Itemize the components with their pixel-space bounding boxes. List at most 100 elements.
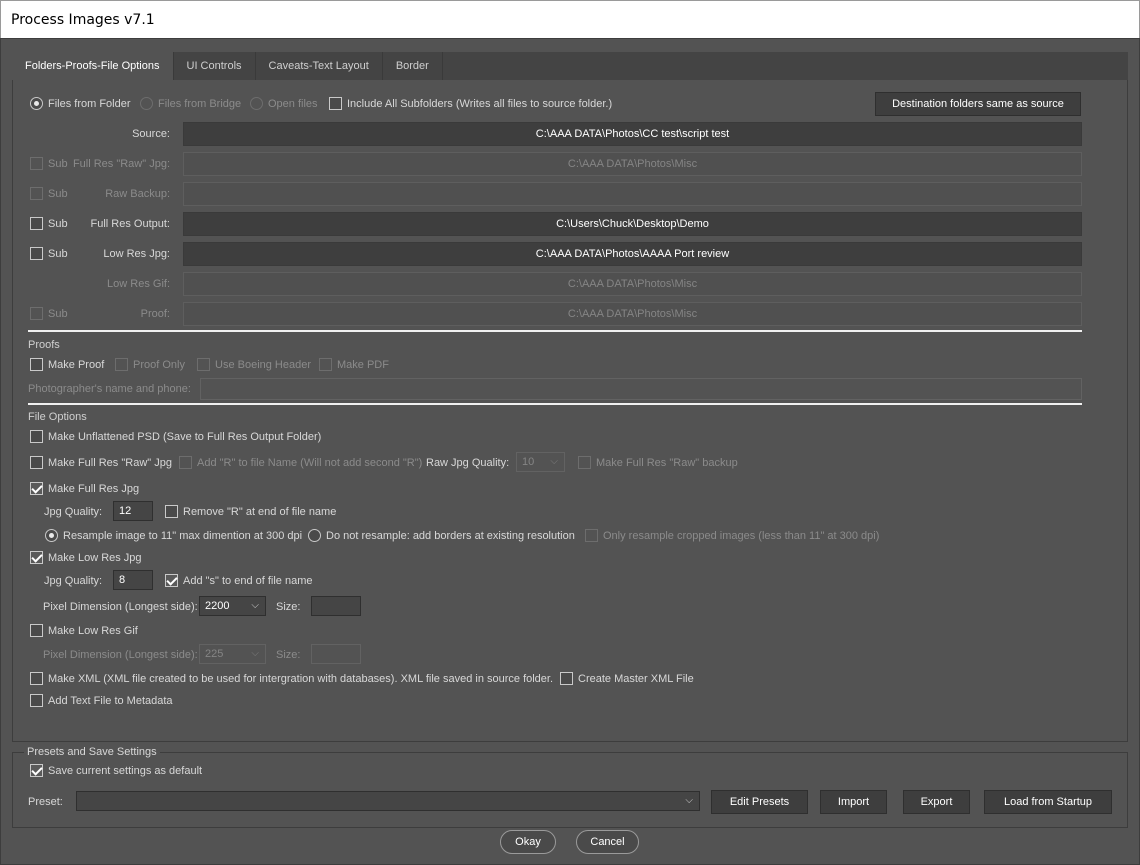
low-jpg-quality-input[interactable]: 8: [113, 570, 153, 590]
tab-folders-proofs-file-options[interactable]: Folders-Proofs-File Options: [12, 52, 174, 80]
make-pdf-checkbox[interactable]: [319, 358, 332, 371]
add-s-label: Add "s" to end of file name: [183, 575, 313, 587]
low-res-jpg-sub-checkbox[interactable]: [30, 247, 43, 260]
export-button[interactable]: Export: [903, 790, 970, 814]
resample-label: Resample image to 11" max dimention at 3…: [63, 530, 303, 542]
raw-backup-checkbox[interactable]: [578, 456, 591, 469]
full-res-output-label: Full Res Output:: [90, 218, 170, 230]
pixel-dim-jpg-label: Pixel Dimension (Longest side):: [43, 601, 198, 613]
jpg-size-input[interactable]: [311, 596, 361, 616]
no-resample-radio[interactable]: [308, 529, 321, 542]
pixel-dim-jpg-select[interactable]: 2200 ⌵: [199, 596, 266, 616]
only-resample-checkbox[interactable]: [585, 529, 598, 542]
full-res-output-sub-checkbox[interactable]: [30, 217, 43, 230]
pixel-dim-gif-select[interactable]: 225 ⌵: [199, 644, 266, 664]
low-res-jpg-label: Make Low Res Jpg: [48, 552, 142, 564]
remove-r-checkbox[interactable]: [165, 505, 178, 518]
low-res-jpg-label: Low Res Jpg:: [103, 248, 170, 260]
raw-backup-label: Raw Backup:: [105, 188, 170, 200]
make-proof-checkbox[interactable]: [30, 358, 43, 371]
proof-only-label: Proof Only: [133, 359, 185, 371]
edit-presets-button[interactable]: Edit Presets: [711, 790, 808, 814]
open-files-label: Open files: [268, 98, 318, 110]
proofs-divider: [28, 403, 1082, 405]
save-default-label: Save current settings as default: [48, 765, 203, 777]
proof-path-field[interactable]: C:\AAA DATA\Photos\Misc: [183, 302, 1082, 326]
add-text-file-label: Add Text File to Metadata: [48, 695, 173, 707]
photographer-input[interactable]: [200, 378, 1082, 400]
import-button[interactable]: Import: [820, 790, 887, 814]
pixel-dim-jpg-value: 2200: [205, 600, 230, 612]
photographer-label: Photographer's name and phone:: [28, 383, 191, 395]
preset-select[interactable]: ⌵: [76, 791, 700, 811]
gif-size-input[interactable]: [311, 644, 361, 664]
raw-quality-select[interactable]: 10 ⌵: [516, 452, 565, 472]
remove-r-label: Remove "R" at end of file name: [183, 506, 337, 518]
okay-button[interactable]: Okay: [500, 830, 556, 854]
full-res-raw-jpg-checkbox[interactable]: [30, 456, 43, 469]
window-title: Process Images v7.1: [0, 0, 1140, 38]
source-path-field[interactable]: C:\AAA DATA\Photos\CC test\script test: [183, 122, 1082, 146]
low-jpg-quality-label: Jpg Quality:: [44, 575, 103, 587]
tab-ui-controls[interactable]: UI Controls: [174, 52, 256, 80]
files-from-bridge-radio[interactable]: [140, 97, 153, 110]
full-res-raw-path-field[interactable]: C:\AAA DATA\Photos\Misc: [183, 152, 1082, 176]
tab-panel: [12, 80, 1128, 742]
add-text-file-checkbox[interactable]: [30, 694, 43, 707]
proof-sub-checkbox[interactable]: [30, 307, 43, 320]
make-xml-checkbox[interactable]: [30, 672, 43, 685]
master-xml-checkbox[interactable]: [560, 672, 573, 685]
add-s-checkbox[interactable]: [165, 574, 178, 587]
boeing-header-checkbox[interactable]: [197, 358, 210, 371]
pixel-dim-gif-value: 225: [205, 648, 224, 660]
full-res-output-path-field[interactable]: C:\Users\Chuck\Desktop\Demo: [183, 212, 1082, 236]
tab-caveats-text-layout[interactable]: Caveats-Text Layout: [256, 52, 383, 80]
presets-title: Presets and Save Settings: [24, 745, 160, 759]
add-r-label: Add "R" to file Name (Will not add secon…: [197, 457, 423, 469]
no-resample-label: Do not resample: add borders at existing…: [326, 530, 575, 542]
full-res-raw-sub-checkbox[interactable]: [30, 157, 43, 170]
pixel-dim-gif-label: Pixel Dimension (Longest side):: [43, 649, 198, 661]
tab-border[interactable]: Border: [383, 52, 443, 80]
full-res-jpg-label: Make Full Res Jpg: [48, 483, 140, 495]
proof-only-checkbox[interactable]: [115, 358, 128, 371]
low-res-jpg-path-field[interactable]: C:\AAA DATA\Photos\AAAA Port review: [183, 242, 1082, 266]
files-from-folder-label: Files from Folder: [48, 98, 131, 110]
open-files-radio[interactable]: [250, 97, 263, 110]
resample-radio[interactable]: [45, 529, 58, 542]
destination-same-as-source-button[interactable]: Destination folders same as source: [875, 92, 1081, 116]
full-res-jpg-checkbox[interactable]: [30, 482, 43, 495]
unflattened-psd-checkbox[interactable]: [30, 430, 43, 443]
chevron-down-icon: ⌵: [251, 600, 259, 611]
cancel-button[interactable]: Cancel: [576, 830, 639, 854]
raw-backup-label: Make Full Res "Raw" backup: [596, 457, 738, 469]
gif-size-label: Size:: [276, 649, 301, 661]
proofs-section-title: Proofs: [28, 339, 60, 351]
master-xml-label: Create Master XML File: [578, 673, 694, 685]
full-res-raw-jpg-label: Make Full Res "Raw" Jpg: [48, 457, 172, 469]
jpg-size-label: Size:: [276, 601, 301, 613]
full-jpg-quality-label: Jpg Quality:: [44, 506, 103, 518]
include-subfolders-checkbox[interactable]: [329, 97, 342, 110]
include-subfolders-label: Include All Subfolders (Writes all files…: [347, 98, 613, 110]
make-proof-label: Make Proof: [48, 359, 105, 371]
source-label: Source:: [132, 128, 170, 140]
full-res-raw-label: Full Res "Raw" Jpg:: [72, 158, 170, 170]
files-from-bridge-label: Files from Bridge: [158, 98, 242, 110]
raw-quality-label: Raw Jpg Quality:: [426, 457, 510, 469]
load-from-startup-button[interactable]: Load from Startup: [984, 790, 1112, 814]
low-res-gif-checkbox[interactable]: [30, 624, 43, 637]
low-res-jpg-checkbox[interactable]: [30, 551, 43, 564]
raw-quality-value: 10: [522, 456, 535, 468]
full-jpg-quality-input[interactable]: 12: [113, 501, 153, 521]
low-res-gif-label: Make Low Res Gif: [48, 625, 138, 637]
add-r-checkbox[interactable]: [179, 456, 192, 469]
file-options-section-title: File Options: [28, 411, 87, 423]
low-res-gif-label: Low Res Gif:: [107, 278, 170, 290]
boeing-header-label: Use Boeing Header: [215, 359, 312, 371]
low-res-gif-path-field[interactable]: C:\AAA DATA\Photos\Misc: [183, 272, 1082, 296]
raw-backup-sub-checkbox[interactable]: [30, 187, 43, 200]
files-from-folder-radio[interactable]: [30, 97, 43, 110]
raw-backup-path-field[interactable]: [183, 182, 1082, 206]
save-default-checkbox[interactable]: [30, 764, 43, 777]
